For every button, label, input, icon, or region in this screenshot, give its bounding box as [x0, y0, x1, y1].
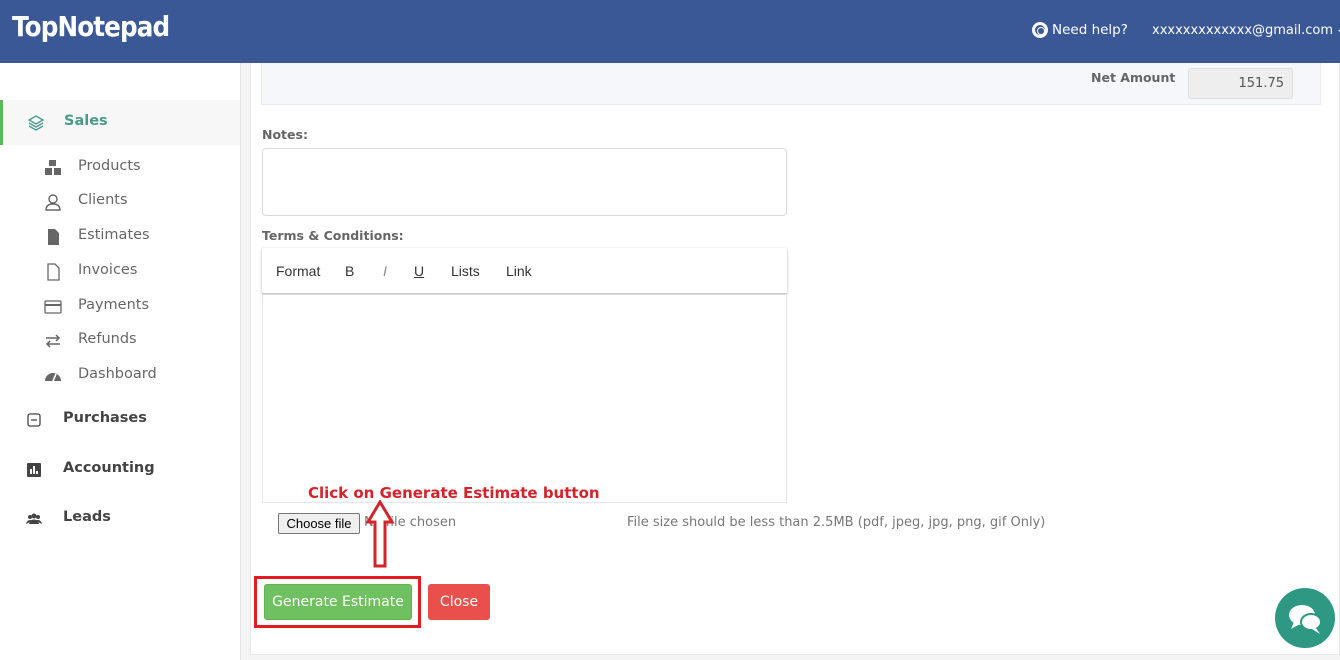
- file-outline-icon: [47, 263, 60, 281]
- sidebar-item-label: Purchases: [63, 410, 147, 426]
- users-icon: [26, 513, 42, 524]
- chat-widget-button[interactable]: [1275, 588, 1335, 648]
- editor-toolbar: Format B I U Lists Link: [262, 248, 787, 294]
- need-help-label: Need help?: [1052, 22, 1128, 38]
- sidebar-item-invoices[interactable]: Invoices: [0, 256, 240, 286]
- sidebar-item-payments[interactable]: Payments: [0, 291, 240, 321]
- terms-editor[interactable]: [262, 295, 787, 503]
- up-arrow-icon: [365, 500, 395, 568]
- bar-chart-icon: [27, 463, 41, 477]
- sidebar-item-products[interactable]: Products: [0, 152, 240, 182]
- sidebar-item-leads[interactable]: Leads: [0, 504, 240, 534]
- sidebar-item-label: Dashboard: [78, 366, 157, 382]
- sidebar-item-label: Clients: [78, 192, 128, 208]
- lifebuoy-icon: [1032, 22, 1048, 38]
- sidebar-item-label: Invoices: [78, 262, 138, 278]
- sidebar-item-accounting[interactable]: Accounting: [0, 455, 240, 485]
- italic-button[interactable]: I: [383, 263, 387, 279]
- sidebar-item-dashboard[interactable]: Dashboard: [0, 360, 240, 390]
- file-icon: [48, 229, 59, 245]
- sidebar-item-sales[interactable]: Sales: [0, 100, 240, 145]
- account-email: xxxxxxxxxxxxx@gmail.com: [1152, 23, 1334, 38]
- net-amount-field: 151.75: [1188, 68, 1293, 99]
- terms-label: Terms & Conditions:: [262, 228, 404, 243]
- net-amount-row: Net Amount 151.75: [261, 63, 1321, 105]
- close-button[interactable]: Close: [428, 584, 490, 620]
- sidebar-item-label: Products: [78, 158, 141, 174]
- sidebar-item-label: Accounting: [63, 460, 155, 476]
- sidebar-item-estimates[interactable]: Estimates: [0, 221, 240, 251]
- instruction-annotation: Click on Generate Estimate button: [308, 484, 600, 502]
- notes-textarea[interactable]: [262, 148, 787, 216]
- sidebar-item-label: Refunds: [78, 331, 137, 347]
- sidebar: Sales Products Clients Estimates Invoice…: [0, 63, 241, 660]
- top-navbar: TopNotepad Need help? xxxxxxxxxxxxx@gmai…: [0, 0, 1340, 63]
- estimate-form: Net Amount 151.75 Notes: Terms & Conditi…: [250, 63, 1340, 655]
- underline-button[interactable]: U: [414, 263, 424, 279]
- sidebar-item-label: Estimates: [78, 227, 150, 243]
- choose-file-button[interactable]: Choose file: [278, 513, 360, 534]
- user-icon: [45, 194, 61, 211]
- need-help-link[interactable]: Need help?: [1032, 22, 1128, 38]
- notes-label: Notes:: [262, 127, 308, 142]
- sidebar-item-purchases[interactable]: Purchases: [0, 405, 240, 435]
- exchange-icon: [45, 334, 61, 348]
- dashboard-icon: [45, 373, 61, 382]
- link-button[interactable]: Link: [506, 263, 532, 279]
- net-amount-label: Net Amount: [1091, 70, 1176, 85]
- cubes-icon: [45, 160, 61, 175]
- credit-card-icon: [44, 300, 62, 314]
- sidebar-item-label: Sales: [64, 113, 108, 129]
- app-logo[interactable]: TopNotepad: [12, 10, 170, 43]
- generate-estimate-button[interactable]: Generate Estimate: [264, 584, 412, 620]
- bold-button[interactable]: B: [345, 263, 354, 279]
- format-button[interactable]: Format: [276, 263, 320, 279]
- lists-button[interactable]: Lists: [451, 263, 480, 279]
- sidebar-item-clients[interactable]: Clients: [0, 186, 240, 216]
- account-menu[interactable]: xxxxxxxxxxxxx@gmail.com: [1152, 23, 1340, 38]
- sidebar-item-label: Payments: [78, 297, 150, 313]
- layers-icon: [27, 115, 45, 131]
- minus-square-icon: [27, 413, 41, 427]
- chat-bubbles-icon: [1289, 605, 1322, 634]
- sidebar-item-refunds[interactable]: Refunds: [0, 325, 240, 355]
- file-size-hint: File size should be less than 2.5MB (pdf…: [627, 515, 1046, 530]
- sidebar-item-label: Leads: [63, 509, 111, 525]
